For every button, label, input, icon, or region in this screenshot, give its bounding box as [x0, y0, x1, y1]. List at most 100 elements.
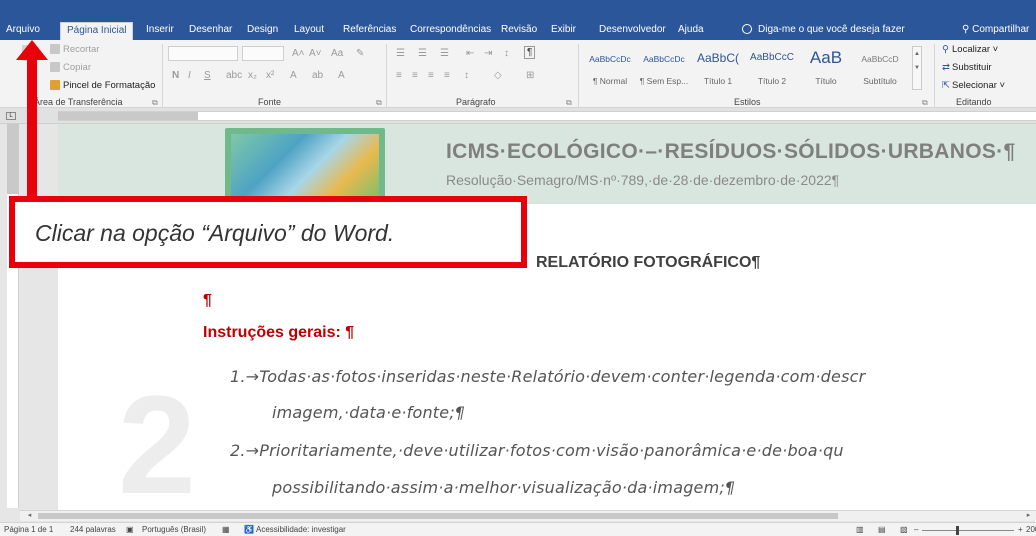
style-title[interactable]: AaB Título	[800, 46, 852, 90]
font-launcher-icon[interactable]: ⧉	[376, 98, 382, 108]
editing-group-label: Editando	[956, 97, 992, 107]
document-page[interactable]: ICMS·ECOLÓGICO·–·RESÍDUOS·SÓLIDOS·URBANO…	[58, 124, 1036, 510]
tab-layout[interactable]: Layout	[294, 22, 324, 40]
paragraph-mark: ¶	[203, 292, 212, 309]
tab-selector-icon[interactable]: L	[6, 112, 16, 120]
style-subtitle[interactable]: AaBbCcD Subtítulo	[854, 46, 906, 90]
replace-button[interactable]: ⇄ Substituir	[942, 62, 992, 73]
language-indicator[interactable]: Português (Brasil)	[142, 525, 206, 534]
tab-exibir[interactable]: Exibir	[551, 22, 576, 40]
select-button[interactable]: ⇱ Selecionar ˅	[942, 80, 1005, 91]
clear-format-icon[interactable]: ✎	[356, 48, 364, 59]
decrease-indent-icon[interactable]: ⇤	[466, 48, 474, 59]
list-item: 2.→Prioritariamente,·deve·utilizar·fotos…	[230, 441, 844, 460]
font-family-combo[interactable]	[168, 46, 238, 61]
tab-inserir[interactable]: Inserir	[146, 22, 174, 40]
scroll-right-icon[interactable]: ▸	[1023, 511, 1034, 521]
tell-me-search[interactable]: Diga-me o que você deseja fazer	[742, 22, 905, 38]
style-name: Título 1	[703, 76, 733, 86]
style-heading-2[interactable]: AaBbCcC Título 2	[746, 46, 798, 90]
style-sample: AaBbCcDc	[643, 54, 685, 64]
numbering-icon[interactable]: ☰	[418, 48, 427, 59]
separator	[578, 44, 579, 108]
tab-pagina-inicial[interactable]: Página Inicial	[60, 22, 134, 40]
zoom-in-icon[interactable]: +	[1018, 525, 1023, 534]
align-right-icon[interactable]: ≡	[428, 70, 434, 81]
horizontal-scrollbar[interactable]: ◂ ▸	[20, 510, 1036, 521]
copy-button[interactable]: Copiar	[50, 62, 91, 73]
shading-icon[interactable]: ◇	[494, 70, 502, 81]
underline-icon[interactable]: S	[204, 70, 211, 81]
tab-revisao[interactable]: Revisão	[501, 22, 537, 40]
list-item: 1.→Todas·as·fotos·inseridas·neste·Relató…	[230, 367, 866, 386]
tab-ajuda[interactable]: Ajuda	[678, 22, 704, 40]
cut-button[interactable]: Recortar	[50, 44, 99, 55]
ruler-strip	[58, 111, 1036, 121]
font-color-icon[interactable]: A	[338, 70, 345, 81]
multilevel-icon[interactable]: ☰	[440, 48, 449, 59]
zoom-out-icon[interactable]: –	[914, 525, 918, 534]
tab-design[interactable]: Design	[247, 22, 278, 40]
grow-font-icon[interactable]: A˄	[292, 48, 305, 59]
change-case-icon[interactable]: Aa	[331, 48, 343, 59]
page-count[interactable]: Página 1 de 1	[4, 525, 53, 534]
zoom-slider-thumb[interactable]	[956, 526, 959, 535]
tab-referencias[interactable]: Referências	[343, 22, 396, 40]
find-button[interactable]: ⚲ Localizar ˅	[942, 44, 998, 55]
justify-icon[interactable]: ≡	[444, 70, 450, 81]
italic-icon[interactable]: I	[188, 70, 191, 81]
format-painter-button[interactable]: Pincel de Formatação	[50, 80, 155, 91]
subscript-icon[interactable]: x₂	[248, 70, 257, 81]
style-sample: AaBbCcD	[861, 54, 899, 64]
proofing-icon[interactable]: ▣	[126, 525, 134, 534]
text-effects-icon[interactable]: A	[290, 70, 297, 81]
style-heading-1[interactable]: AaBbC( Título 1	[692, 46, 744, 90]
line-spacing-icon[interactable]: ↕	[464, 70, 469, 81]
styles-launcher-icon[interactable]: ⧉	[922, 98, 928, 108]
tab-arquivo[interactable]: Arquivo	[6, 22, 40, 40]
style-normal[interactable]: AaBbCcDc ¶ Normal	[584, 46, 636, 90]
font-size-combo[interactable]	[242, 46, 284, 61]
macro-icon[interactable]: ▦	[222, 525, 230, 534]
superscript-icon[interactable]: x²	[266, 70, 274, 81]
paragraph-group-label: Parágrafo	[456, 97, 496, 107]
align-left-icon[interactable]: ≡	[396, 70, 402, 81]
tab-correspondencias[interactable]: Correspondências	[410, 22, 491, 40]
scroll-left-icon[interactable]: ◂	[24, 511, 35, 521]
print-layout-icon[interactable]: ▤	[878, 525, 886, 534]
bold-icon[interactable]: N	[172, 70, 179, 81]
increase-indent-icon[interactable]: ⇥	[484, 48, 492, 59]
accessibility-status[interactable]: Acessibilidade: investigar	[256, 525, 346, 534]
zoom-level[interactable]: 200	[1026, 525, 1036, 534]
document-canvas[interactable]: ICMS·ECOLÓGICO·–·RESÍDUOS·SÓLIDOS·URBANO…	[20, 124, 1036, 510]
zoom-slider[interactable]	[922, 530, 1014, 531]
paragraph-launcher-icon[interactable]: ⧉	[566, 98, 572, 108]
sort-icon[interactable]: ↕	[504, 48, 509, 59]
tab-desenhar[interactable]: Desenhar	[189, 22, 232, 40]
share-button[interactable]: ⚲ Compartilhar	[962, 22, 1029, 38]
horizontal-ruler[interactable]	[0, 108, 1036, 124]
status-bar: Página 1 de 1 244 palavras ▣ Português (…	[0, 522, 1036, 536]
shrink-font-icon[interactable]: A˅	[309, 48, 322, 59]
style-sample: AaBbCcDc	[589, 54, 631, 64]
align-center-icon[interactable]: ≡	[412, 70, 418, 81]
borders-icon[interactable]: ⊞	[526, 70, 534, 81]
read-mode-icon[interactable]: ▥	[856, 525, 864, 534]
highlight-icon[interactable]: ab	[312, 70, 323, 81]
web-layout-icon[interactable]: ▧	[900, 525, 908, 534]
show-marks-icon[interactable]: ¶	[524, 46, 536, 59]
list-item: imagem,·data·e·fonte;¶	[272, 403, 466, 422]
bullets-icon[interactable]: ☰	[396, 48, 405, 59]
style-no-spacing[interactable]: AaBbCcDc ¶ Sem Esp...	[638, 46, 690, 90]
clipboard-launcher-icon[interactable]: ⧉	[152, 98, 158, 108]
word-count[interactable]: 244 palavras	[70, 525, 116, 534]
cursor-icon: ⇱	[942, 80, 950, 91]
styles-gallery-scroll[interactable]: ▲ ▼	[912, 46, 922, 90]
scroll-thumb[interactable]	[38, 513, 838, 519]
tab-desenvolvedor[interactable]: Desenvolvedor	[599, 22, 666, 40]
share-label: Compartilhar	[972, 24, 1030, 35]
style-sample: AaBbCcC	[750, 52, 794, 63]
style-name: ¶ Sem Esp...	[639, 76, 689, 86]
separator	[934, 44, 935, 108]
strikethrough-icon[interactable]: abc	[226, 70, 242, 81]
